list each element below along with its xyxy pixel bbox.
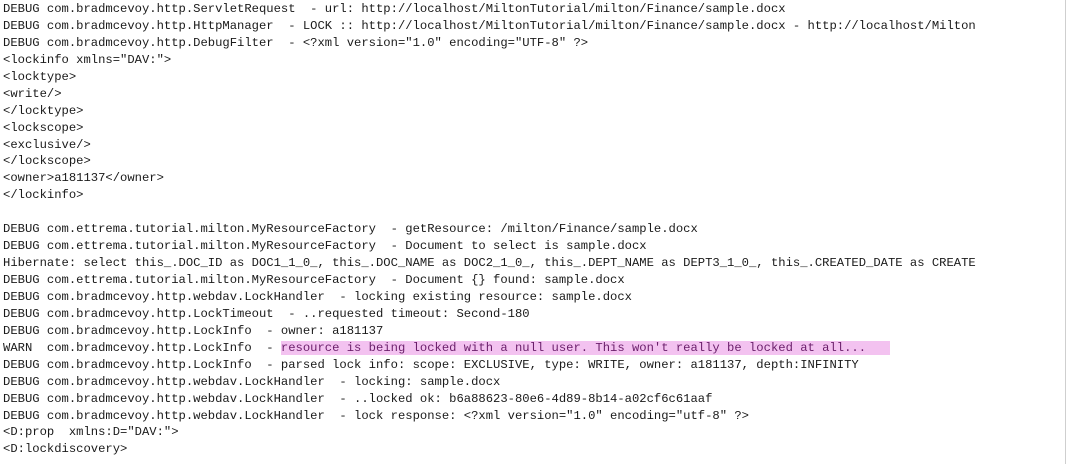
log-line: Hibernate: select this_.DOC_ID as DOC1_1… xyxy=(3,256,976,271)
log-line: DEBUG com.ettrema.tutorial.milton.MyReso… xyxy=(3,222,698,237)
log-line: DEBUG com.bradmcevoy.http.webdav.LockHan… xyxy=(3,391,713,406)
log-output-panel[interactable]: DEBUG com.bradmcevoy.http.ServletRequest… xyxy=(0,0,1066,464)
log-line: <owner>a181137</owner> xyxy=(3,171,164,186)
log-line: DEBUG com.ettrema.tutorial.milton.MyReso… xyxy=(3,273,625,287)
highlighted-warning: resource is being locked with a null use… xyxy=(280,340,891,355)
log-line: <exclusive/> xyxy=(3,137,91,152)
log-line: <lockinfo xmlns="DAV:"> xyxy=(3,52,172,67)
log-line: <D:lockdiscovery> xyxy=(3,442,128,457)
log-line-warn: WARN com.bradmcevoy.http.LockInfo - reso… xyxy=(3,340,976,357)
log-line: DEBUG com.bradmcevoy.http.DebugFilter - … xyxy=(3,35,589,50)
log-line: DEBUG com.ettrema.tutorial.milton.MyReso… xyxy=(3,239,647,254)
log-line: DEBUG com.bradmcevoy.http.LockTimeout - … xyxy=(3,306,530,321)
log-line: <locktype> xyxy=(3,69,77,84)
log-line: DEBUG com.bradmcevoy.http.LockInfo - own… xyxy=(3,323,384,338)
warn-prefix: WARN com.bradmcevoy.http.LockInfo - xyxy=(3,340,281,355)
log-lines: DEBUG com.bradmcevoy.http.ServletRequest… xyxy=(3,1,976,458)
log-line: DEBUG com.bradmcevoy.http.LockInfo - par… xyxy=(3,357,859,372)
log-line: DEBUG com.bradmcevoy.http.webdav.LockHan… xyxy=(3,289,632,304)
log-line: DEBUG com.bradmcevoy.http.webdav.LockHan… xyxy=(3,408,749,423)
log-line: DEBUG com.bradmcevoy.http.HttpManager - … xyxy=(3,18,976,33)
log-line: <lockscope> xyxy=(3,120,84,135)
log-line: </locktype> xyxy=(3,103,84,118)
log-line: DEBUG com.bradmcevoy.http.webdav.LockHan… xyxy=(3,374,501,389)
log-line: </lockinfo> xyxy=(3,188,84,203)
log-line: </lockscope> xyxy=(3,154,91,169)
log-line-blank xyxy=(3,204,976,221)
log-line: DEBUG com.bradmcevoy.http.ServletRequest… xyxy=(3,2,786,16)
log-line: <D:prop xmlns:D="DAV:"> xyxy=(3,425,179,440)
log-line: <write/> xyxy=(3,86,62,101)
